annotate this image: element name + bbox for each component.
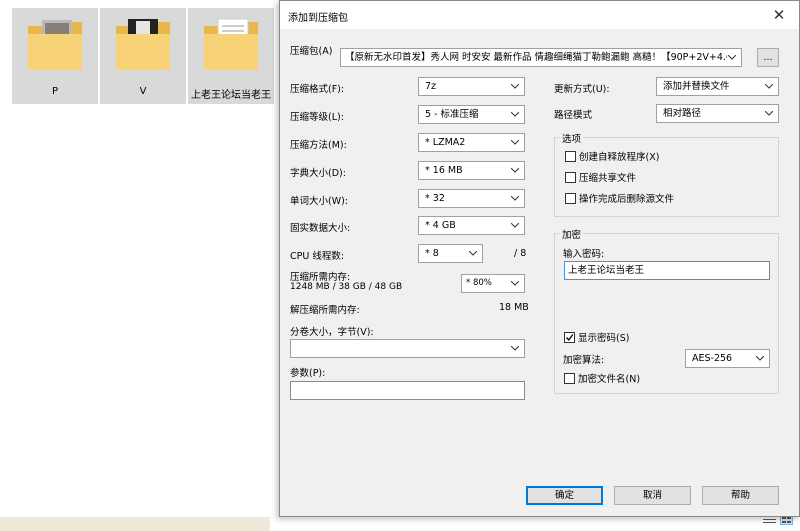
threads-label: CPU 线程数: xyxy=(290,251,345,262)
update-label: 更新方式(U): xyxy=(554,84,610,95)
delete-source-checkbox[interactable]: 操作完成后删除源文件 xyxy=(565,193,674,207)
ok-button[interactable]: 确定 xyxy=(526,486,603,505)
browse-button[interactable]: ... xyxy=(757,48,779,67)
decompress-value: 18 MB xyxy=(499,302,529,313)
folder-label: P xyxy=(51,86,59,97)
folder-label: V xyxy=(139,86,147,97)
level-select[interactable]: 5 - 标准压缩 xyxy=(418,105,525,124)
folder-v[interactable]: V xyxy=(100,8,186,104)
encryption-group: 加密 输入密码: 上老王论坛当老王 显示密码(S) 加密算法: AES-256 … xyxy=(554,227,779,394)
options-group: 选项 创建自释放程序(X) 压缩共享文件 操作完成后删除源文件 xyxy=(554,131,779,217)
threads-max: / 8 xyxy=(514,248,527,259)
chevron-down-icon xyxy=(764,78,774,95)
checkbox-box[interactable] xyxy=(565,172,576,183)
folder-icon xyxy=(28,20,82,70)
taskbar-strip xyxy=(0,517,270,531)
password-input[interactable]: 上老王论坛当老王 xyxy=(564,261,770,280)
path-value: 相对路径 xyxy=(663,108,702,119)
method-select[interactable]: * LZMA2 xyxy=(418,133,525,152)
title-bar: 添加到压缩包 ✕ xyxy=(280,1,799,29)
archive-path-value: 【原新无水印首发】秀人网 时安安 最新作品 情趣细绳猫丁勒鲍漏鲍 高糙！【90P… xyxy=(345,52,732,63)
chevron-down-icon xyxy=(510,190,520,207)
solid-value: * 4 GB xyxy=(425,220,456,231)
checkbox-box[interactable] xyxy=(565,151,576,162)
chevron-down-icon xyxy=(510,78,520,95)
threads-select[interactable]: * 8 xyxy=(418,244,483,263)
solid-select[interactable]: * 4 GB xyxy=(418,216,525,235)
folder-label: 上老王论坛当老王 xyxy=(191,90,271,101)
checkbox-box[interactable] xyxy=(565,193,576,204)
encrypt-names-checkbox[interactable]: 加密文件名(N) xyxy=(564,373,640,387)
chevron-down-icon xyxy=(510,106,520,123)
archive-path-combo[interactable]: 【原新无水印首发】秀人网 时安安 最新作品 情趣细绳猫丁勒鲍漏鲍 高糙！【90P… xyxy=(340,48,742,67)
path-label: 路径模式 xyxy=(554,110,593,121)
word-value: * 32 xyxy=(425,193,445,204)
folder-forum[interactable]: 上老王论坛当老王 xyxy=(188,8,274,104)
show-password-label: 显示密码(S) xyxy=(578,333,630,344)
params-input[interactable] xyxy=(290,381,525,400)
params-label: 参数(P): xyxy=(290,368,326,379)
sfx-checkbox[interactable]: 创建自释放程序(X) xyxy=(565,151,659,165)
level-label: 压缩等级(L): xyxy=(290,112,344,123)
chevron-down-icon xyxy=(510,162,520,179)
cancel-button[interactable]: 取消 xyxy=(614,486,691,505)
volume-combo[interactable] xyxy=(290,339,525,358)
word-select[interactable]: * 32 xyxy=(418,189,525,208)
encryption-method-value: AES-256 xyxy=(692,353,733,364)
folder-icon xyxy=(116,19,170,70)
checkbox-box[interactable] xyxy=(564,332,575,343)
word-label: 单词大小(W): xyxy=(290,196,349,207)
chevron-down-icon xyxy=(727,49,737,66)
chevron-down-icon xyxy=(510,217,520,234)
chevron-down-icon xyxy=(764,105,774,122)
update-select[interactable]: 添加并替换文件 xyxy=(656,77,779,96)
format-value: 7z xyxy=(425,81,437,92)
dict-select[interactable]: * 16 MB xyxy=(418,161,525,180)
delete-label: 操作完成后删除源文件 xyxy=(579,194,675,205)
help-button[interactable]: 帮助 xyxy=(702,486,779,505)
dict-label: 字典大小(D): xyxy=(290,168,346,179)
format-label: 压缩格式(F): xyxy=(290,84,345,95)
encryption-group-label: 加密 xyxy=(560,227,584,241)
volume-label: 分卷大小，字节(V): xyxy=(290,327,374,338)
options-group-label: 选项 xyxy=(560,131,584,145)
show-password-checkbox[interactable]: 显示密码(S) xyxy=(564,332,629,346)
checkbox-box[interactable] xyxy=(564,373,575,384)
encryption-method-select[interactable]: AES-256 xyxy=(685,349,770,368)
password-label: 输入密码: xyxy=(563,249,605,260)
folder-icon xyxy=(204,18,258,70)
path-select[interactable]: 相对路径 xyxy=(656,104,779,123)
update-value: 添加并替换文件 xyxy=(663,81,730,92)
chevron-down-icon xyxy=(468,245,478,262)
method-label: 压缩方法(M): xyxy=(290,140,347,151)
password-value: 上老王论坛当老王 xyxy=(568,265,645,276)
folder-p[interactable]: P xyxy=(12,8,98,104)
decompress-label: 解压缩所需内存: xyxy=(290,305,360,316)
memory-value: * 80% xyxy=(466,278,492,288)
memory-select[interactable]: * 80% xyxy=(461,274,525,293)
archive-label: 压缩包(A) xyxy=(290,46,333,57)
level-value: 5 - 标准压缩 xyxy=(425,109,479,120)
close-button[interactable]: ✕ xyxy=(767,5,791,25)
solid-label: 固实数据大小: xyxy=(290,223,351,234)
dict-value: * 16 MB xyxy=(425,165,463,176)
format-select[interactable]: 7z xyxy=(418,77,525,96)
memory-detail: 1248 MB / 38 GB / 48 GB xyxy=(290,282,403,292)
sfx-label: 创建自释放程序(X) xyxy=(579,152,660,163)
shared-checkbox[interactable]: 压缩共享文件 xyxy=(565,172,636,186)
chevron-down-icon xyxy=(510,275,520,292)
method-value: * LZMA2 xyxy=(425,137,466,148)
chevron-down-icon xyxy=(510,340,520,357)
dialog-title: 添加到压缩包 xyxy=(288,13,348,24)
encryption-method-label: 加密算法: xyxy=(563,355,605,366)
chevron-down-icon xyxy=(755,350,765,367)
memory-label: 压缩所需内存: xyxy=(290,272,351,283)
chevron-down-icon xyxy=(510,134,520,151)
shared-label: 压缩共享文件 xyxy=(579,173,637,184)
encrypt-names-label: 加密文件名(N) xyxy=(578,374,641,385)
threads-value: * 8 xyxy=(425,248,439,259)
add-to-archive-dialog: 添加到压缩包 ✕ 压缩包(A) 【原新无水印首发】秀人网 时安安 最新作品 情趣… xyxy=(279,0,800,517)
